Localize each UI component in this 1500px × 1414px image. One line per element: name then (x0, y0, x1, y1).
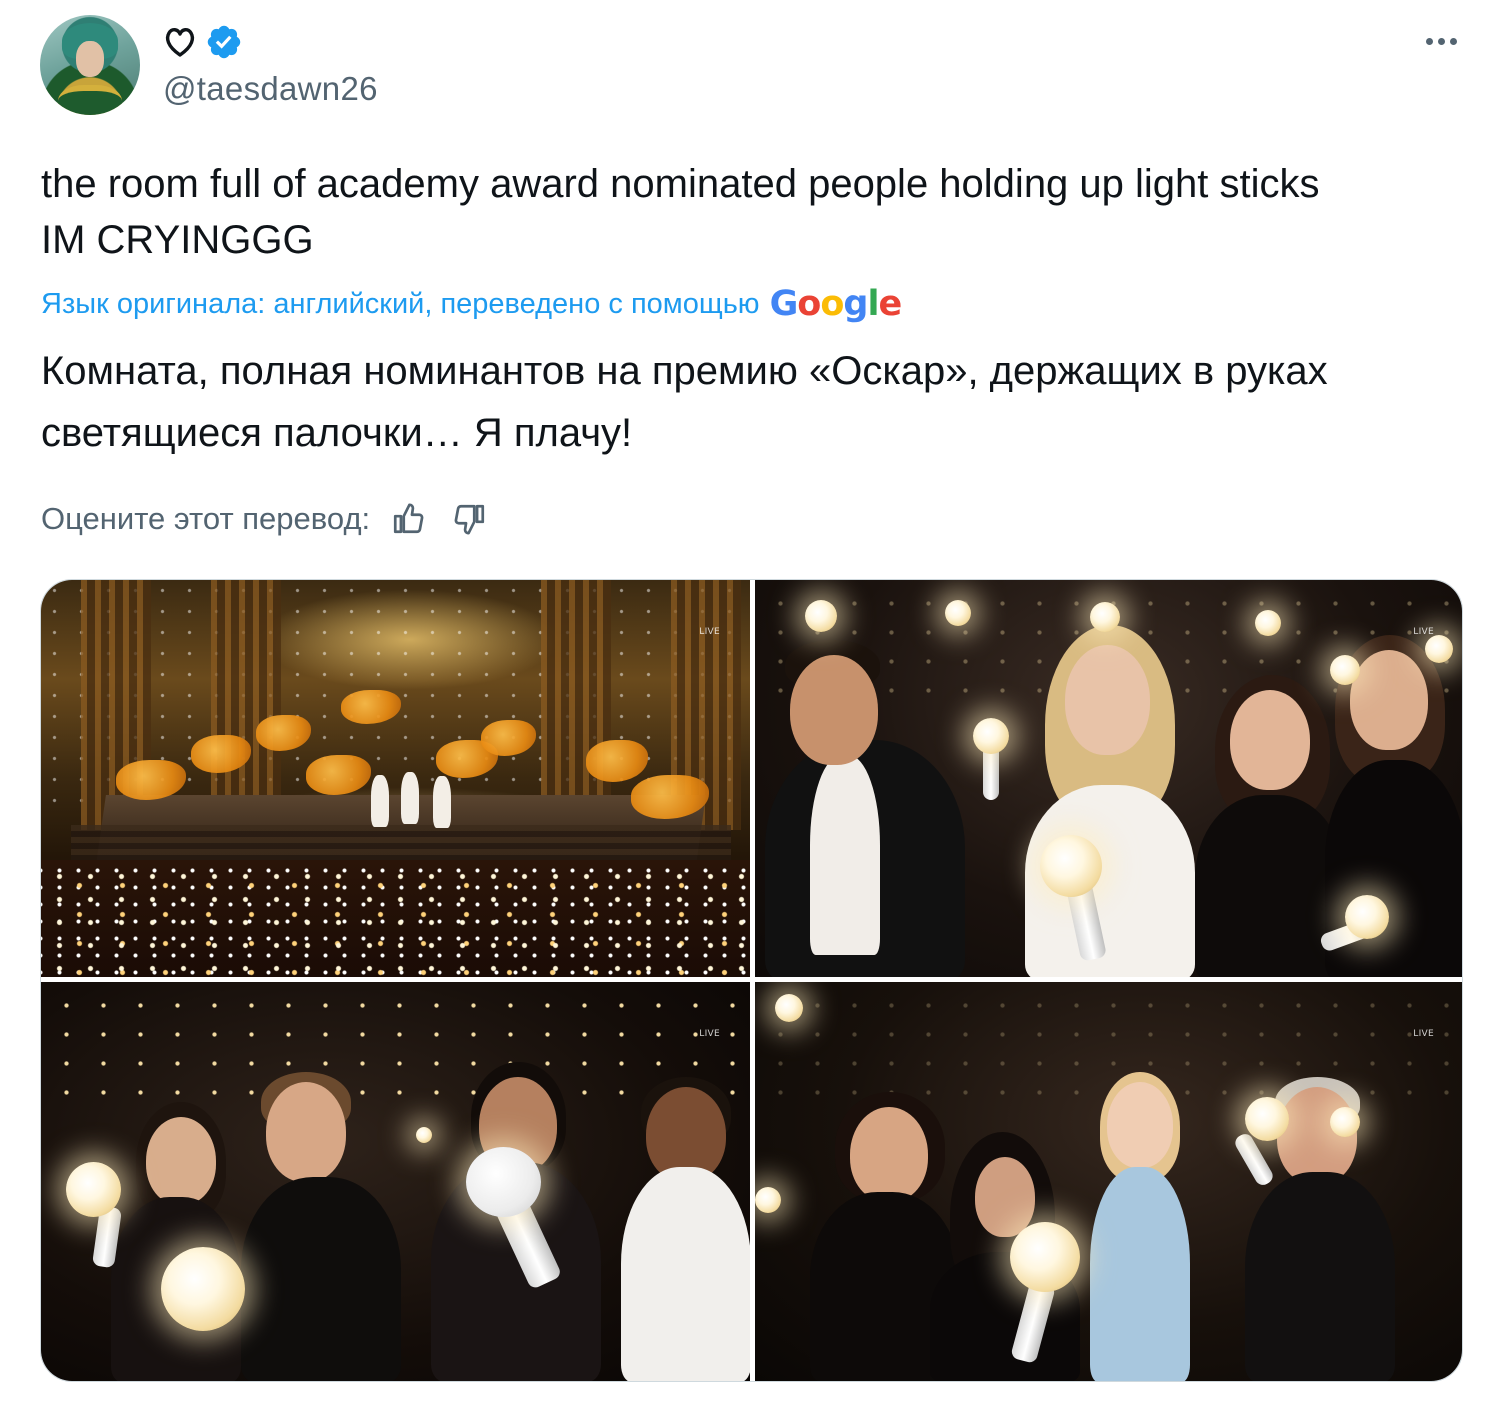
photo-stage-performance[interactable]: LIVE (41, 580, 750, 977)
heart-icon (163, 26, 197, 58)
more-horizontal-icon[interactable] (1418, 26, 1464, 56)
light-stick-bulb (1040, 835, 1102, 897)
tweet-text: the room full of academy award nominated… (41, 156, 1471, 268)
photo-audience-2[interactable]: LIVE (41, 982, 750, 1381)
rate-translation-label: Оцените этот перевод: (41, 501, 371, 536)
user-handle[interactable]: @taesdawn26 (163, 70, 378, 108)
stage-steps (71, 825, 731, 865)
stage-pillar (541, 580, 611, 830)
live-badge: LIVE (1413, 1029, 1434, 1039)
light-stick-bulb (1255, 610, 1281, 636)
tweet-text-line: IM CRYINGGG (41, 218, 314, 262)
avatar[interactable] (40, 15, 140, 115)
light-stick-bulb (416, 1127, 432, 1143)
thumb-down-icon[interactable] (448, 497, 492, 541)
tweet-text-line: the room full of academy award nominated… (41, 162, 1320, 206)
translation-notice-text: Язык оригинала: английский, переведено с… (41, 287, 760, 320)
live-badge: LIVE (699, 1029, 720, 1039)
dot (1425, 37, 1433, 45)
performer (433, 776, 451, 828)
light-stick-bulb (775, 994, 803, 1022)
translated-text: Комната, полная номинантов на премию «Ос… (41, 340, 1471, 464)
light-stick-bulb (755, 1187, 781, 1213)
translation-notice[interactable]: Язык оригинала: английский, переведено с… (41, 284, 903, 324)
live-badge: LIVE (699, 627, 720, 637)
light-stick-bulb (1330, 1107, 1360, 1137)
light-stick-bulb (161, 1247, 245, 1331)
light-stick-bulb (66, 1162, 121, 1217)
google-logo: Google (769, 284, 903, 324)
thumb-up-icon[interactable] (386, 497, 430, 541)
light-stick-bulb (1090, 602, 1120, 632)
light-stick-bulb (945, 600, 971, 626)
light-stick-bulb (973, 718, 1009, 754)
media-grid: LIVE LIVE LIVE LIVE (40, 579, 1463, 1382)
audience-light-sticks (41, 860, 750, 977)
light-stick-bulb (805, 600, 837, 632)
light-stick-bulb (1330, 655, 1360, 685)
verified-badge-icon[interactable] (205, 23, 243, 61)
display-name[interactable] (163, 22, 243, 62)
rate-translation: Оцените этот перевод: (41, 497, 492, 541)
performer (371, 775, 389, 827)
translated-text-line: Комната, полная номинантов на премию «Ос… (41, 349, 1328, 393)
avatar-shirt (58, 85, 122, 115)
ceiling-lights (41, 982, 750, 1112)
light-stick-bulb (466, 1147, 541, 1217)
translated-text-line: светящиеся палочки… Я плачу! (41, 411, 633, 455)
photo-audience-3[interactable]: LIVE (755, 982, 1462, 1381)
light-stick-bulb (1425, 635, 1453, 663)
performer (401, 772, 419, 824)
dot (1437, 37, 1445, 45)
light-stick-bulb (1245, 1097, 1289, 1141)
stage-pillar (211, 580, 281, 830)
dot (1449, 37, 1457, 45)
avatar-face (76, 41, 104, 77)
photo-audience-1[interactable]: LIVE (755, 580, 1462, 977)
light-stick-bulb (1010, 1222, 1080, 1292)
live-badge: LIVE (1413, 627, 1434, 637)
light-stick-bulb (1345, 895, 1389, 939)
